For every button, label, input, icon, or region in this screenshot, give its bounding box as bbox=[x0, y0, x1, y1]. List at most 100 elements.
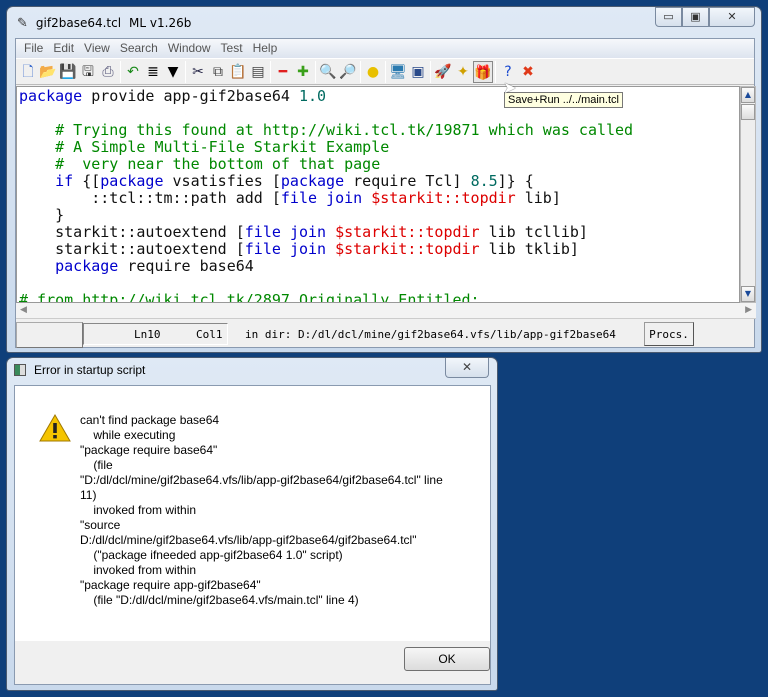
keyword-token: package bbox=[280, 172, 345, 190]
keyword-token: file bbox=[280, 189, 318, 207]
error-message: can't find package base64 while executin… bbox=[80, 413, 443, 607]
code-editor[interactable]: package provide app-gif2base64 1.0 # Try… bbox=[16, 86, 740, 303]
save-as-icon[interactable]: 🖫 bbox=[78, 61, 98, 83]
magic-wand-icon[interactable]: ✦ bbox=[453, 61, 473, 83]
comment-token: # Trying this found at http://wiki.tcl.t… bbox=[19, 121, 634, 139]
menu-help[interactable]: Help bbox=[249, 39, 284, 58]
line-number: Ln10 bbox=[134, 328, 161, 341]
code-line: if {[package vsatisfies [package require… bbox=[19, 173, 739, 190]
status-blank-field bbox=[16, 322, 83, 348]
scroll-down-button[interactable]: ▼ bbox=[741, 286, 755, 302]
close-button[interactable]: ✕ bbox=[709, 7, 755, 27]
variable-token: $starkit::topdir bbox=[335, 240, 480, 258]
toolbar-separator bbox=[270, 60, 271, 83]
warning-icon bbox=[39, 414, 71, 442]
align-icon[interactable]: ≣ bbox=[143, 61, 163, 83]
feather-icon: ✎ bbox=[17, 15, 28, 31]
code-text: {[ bbox=[73, 172, 101, 190]
cut-icon[interactable]: ✂ bbox=[188, 61, 208, 83]
code-text: ::tcl::tm::path add [ bbox=[19, 189, 281, 207]
menu-edit[interactable]: Edit bbox=[49, 39, 80, 58]
toolbar-separator bbox=[495, 60, 496, 83]
cursor-position: Ln10 Col1 bbox=[83, 323, 228, 345]
toolbar-separator bbox=[385, 60, 386, 83]
scroll-left-icon[interactable]: ◀ bbox=[20, 305, 27, 315]
code-text: starkit::autoextend [ bbox=[19, 223, 245, 241]
toolbar: 🗋 📂 💾 🖫 ⎙ ↶ ≣ ▼ ✂ ⧉ 📋 ▤ ━ ✚ 🔍 🔎 ● 🖥 ▣ 🚀 ✦ 🎁? ✖ bbox=[16, 58, 754, 85]
open-folder-icon[interactable]: 📂 bbox=[38, 61, 58, 83]
menu-search[interactable]: Search bbox=[116, 39, 164, 58]
comment-token: # very near the bottom of that page bbox=[19, 155, 381, 173]
new-file-icon[interactable]: 🗋 bbox=[18, 61, 38, 83]
keyword-token: package bbox=[55, 257, 119, 275]
stop-icon[interactable]: ✖ bbox=[518, 61, 538, 83]
window-icon[interactable]: ▣ bbox=[408, 61, 428, 83]
toolbar-separator bbox=[185, 60, 186, 83]
mouse-cursor-icon: ➤ bbox=[503, 78, 517, 97]
number-token: 8.5 bbox=[470, 172, 498, 190]
toolbar-separator bbox=[315, 60, 316, 83]
code-line: starkit::autoextend [file join $starkit:… bbox=[19, 224, 739, 241]
app-icon bbox=[14, 364, 26, 376]
variable-token: $starkit::topdir bbox=[371, 189, 516, 207]
maximize-button[interactable]: ▣ bbox=[682, 7, 709, 27]
search-highlight-icon[interactable]: ● bbox=[363, 61, 383, 83]
horizontal-scrollbar[interactable]: ◀ ▶ bbox=[16, 303, 756, 319]
code-text: vsatisfies [ bbox=[163, 172, 281, 190]
minus-icon[interactable]: ━ bbox=[273, 61, 293, 83]
minimize-button[interactable]: ▭ bbox=[655, 7, 682, 27]
print-icon[interactable]: ⎙ bbox=[98, 61, 118, 83]
procs-button[interactable]: Procs. bbox=[644, 322, 694, 346]
menu-test[interactable]: Test bbox=[217, 39, 249, 58]
code-line: package require base64 bbox=[19, 258, 739, 275]
keyword-token: join bbox=[326, 189, 363, 207]
plus-icon[interactable]: ✚ bbox=[293, 61, 313, 83]
window-title: gif2base64.tcl bbox=[35, 16, 122, 30]
code-line: # from http://wiki.tcl.tk/2897 Originall… bbox=[19, 292, 739, 303]
code-text: lib tklib] bbox=[479, 240, 579, 258]
code-text: lib tcllib] bbox=[479, 223, 588, 241]
monitor-icon[interactable]: 🖥 bbox=[388, 61, 408, 83]
dropdown-icon[interactable]: ▼ bbox=[163, 61, 183, 83]
rocket-icon[interactable]: 🚀 bbox=[433, 61, 453, 83]
find-replace-icon[interactable]: 🔎 bbox=[338, 61, 358, 83]
menu-file[interactable]: File bbox=[20, 39, 49, 58]
message-area: can't find package base64 while executin… bbox=[15, 386, 490, 641]
menu-window[interactable]: Window bbox=[164, 39, 217, 58]
menu-view[interactable]: View bbox=[80, 39, 116, 58]
ok-button[interactable]: OK bbox=[404, 647, 490, 671]
paste-icon[interactable]: 📋 bbox=[228, 61, 248, 83]
scroll-up-button[interactable]: ▲ bbox=[741, 87, 755, 103]
scroll-thumb[interactable] bbox=[741, 104, 755, 120]
column-number: Col1 bbox=[196, 328, 223, 341]
code-text: require Tcl] bbox=[344, 172, 471, 190]
code-line: # very near the bottom of that page bbox=[19, 156, 739, 173]
code-line: ::tcl::tm::path add [file join $starkit:… bbox=[19, 190, 739, 207]
code-line: # Trying this found at http://wiki.tcl.t… bbox=[19, 122, 739, 139]
vertical-scrollbar[interactable]: ▲ ▼ bbox=[740, 86, 756, 303]
save-run-icon[interactable]: 🎁 bbox=[473, 60, 493, 83]
copy-icon[interactable]: ⧉ bbox=[208, 61, 228, 83]
directory-label: in dir: D:/dl/dcl/mine/gif2base64.vfs/li… bbox=[245, 328, 616, 341]
code-text: starkit::autoextend [ bbox=[19, 240, 245, 258]
code-line: } bbox=[19, 207, 739, 224]
dialog-close-button[interactable]: ✕ bbox=[445, 358, 489, 378]
scroll-right-icon[interactable]: ▶ bbox=[745, 305, 752, 315]
error-dialog: Error in startup script ✕ can't find pac… bbox=[6, 357, 498, 691]
keyword-token: file bbox=[244, 223, 281, 241]
toolbar-separator bbox=[360, 60, 361, 83]
code-line: package provide app-gif2base64 1.0 bbox=[19, 88, 739, 105]
save-icon[interactable]: 💾 bbox=[58, 61, 78, 83]
code-line: starkit::autoextend [file join $starkit:… bbox=[19, 241, 739, 258]
keyword-token: if bbox=[55, 172, 74, 190]
find-icon[interactable]: 🔍 bbox=[318, 61, 338, 83]
variable-token: $starkit::topdir bbox=[335, 223, 480, 241]
undo-icon[interactable]: ↶ bbox=[123, 61, 143, 83]
toolbar-separator bbox=[120, 60, 121, 83]
paste-special-icon[interactable]: ▤ bbox=[248, 61, 268, 83]
